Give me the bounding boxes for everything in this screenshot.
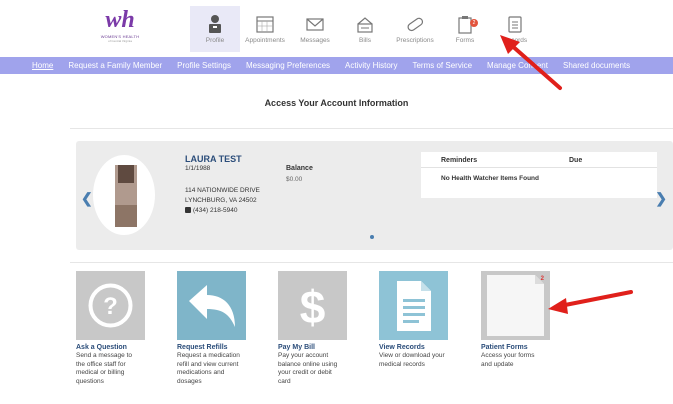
avatar: [93, 155, 155, 235]
phone-row: (434) 218-5940: [185, 207, 237, 214]
blank-page-icon: [481, 271, 550, 340]
subnav-shared-documents[interactable]: Shared documents: [563, 61, 630, 70]
secondary-nav: Home Request a Family Member Profile Set…: [0, 57, 673, 74]
tile-request-refills[interactable]: Request Refills Request a medication ref…: [177, 271, 247, 386]
tile-view-records-desc: View or download your medical records: [379, 352, 445, 368]
carousel-prev-icon[interactable]: ❮: [81, 190, 93, 207]
tile-request-refills-desc: Request a medication refill and view cur…: [177, 352, 240, 385]
practice-logo[interactable]: wh WOMEN'S HEALTH of Central Virginia: [96, 6, 144, 50]
tile-request-refills-image: [177, 271, 246, 340]
balance-label: Balance: [286, 165, 313, 172]
tile-pay-bill-desc: Pay your account balance online using yo…: [278, 352, 338, 385]
subnav-messaging-preferences[interactable]: Messaging Preferences: [246, 61, 330, 70]
person-icon: [209, 15, 221, 33]
reminders-empty-row: No Health Watcher Items Found: [441, 175, 539, 182]
envelope-icon: [306, 18, 324, 31]
tile-ask-question[interactable]: ? Ask a Question Send a message to the o…: [76, 271, 146, 386]
tile-view-records[interactable]: View Records View or download your medic…: [379, 271, 449, 369]
reminders-header: Reminders Due: [421, 152, 657, 168]
tile-pay-bill-image: $: [278, 271, 347, 340]
logo-subtext: of Central Virginia: [108, 39, 132, 43]
reminders-col-header: Reminders: [441, 157, 478, 164]
carousel-indicator-dot[interactable]: [370, 235, 374, 239]
tile-view-records-title[interactable]: View Records: [379, 344, 449, 352]
topnav-appointments-label: Appointments: [245, 37, 285, 44]
address-line1: 114 NATIONWIDE DRIVE: [185, 187, 260, 194]
subnav-activity-history[interactable]: Activity History: [345, 61, 397, 70]
topnav-profile-label: Profile: [205, 37, 225, 44]
topnav-profile[interactable]: Profile: [190, 6, 240, 52]
tile-view-records-image: [379, 271, 448, 340]
divider: [70, 128, 673, 129]
subnav-terms-of-service[interactable]: Terms of Service: [412, 61, 472, 70]
patient-dob: 1/1/1988: [185, 165, 211, 172]
records-icon: [508, 16, 522, 33]
top-header: wh WOMEN'S HEALTH of Central Virginia Pr…: [0, 0, 673, 54]
account-carousel: ❮ ❯ LAURA TEST 1/1/1988 114 NATIONWIDE D…: [76, 141, 673, 250]
forms-tile-badge: 2: [540, 276, 544, 282]
tile-pay-bill[interactable]: $ Pay My Bill Pay your account balance o…: [278, 271, 348, 386]
topnav-appointments[interactable]: Appointments: [240, 6, 290, 52]
balance-value: $0.00: [286, 176, 303, 183]
tile-patient-forms-desc: Access your forms and update: [481, 352, 535, 368]
phone-icon: [185, 207, 191, 213]
topnav-messages[interactable]: Messages: [290, 6, 340, 52]
due-col-header: Due: [569, 157, 583, 164]
topnav-messages-label: Messages: [300, 37, 330, 44]
topnav-forms[interactable]: 2 Forms: [440, 6, 490, 52]
svg-text:$: $: [300, 281, 326, 333]
topnav-prescriptions[interactable]: Prescriptions: [390, 6, 440, 52]
topnav-bills-label: Bills: [359, 37, 371, 44]
tile-ask-question-title[interactable]: Ask a Question: [76, 344, 146, 352]
tile-patient-forms-image: 2: [481, 271, 550, 340]
subnav-manage-consent[interactable]: Manage Consent: [487, 61, 548, 70]
patient-name: LAURA TEST: [185, 154, 242, 164]
carousel-next-icon[interactable]: ❯: [655, 190, 667, 207]
tile-request-refills-title[interactable]: Request Refills: [177, 344, 247, 352]
reminders-table: Reminders Due No Health Watcher Items Fo…: [421, 152, 657, 198]
topnav-prescriptions-label: Prescriptions: [396, 37, 434, 44]
question-icon: ?: [76, 271, 145, 340]
avatar-photo: [115, 165, 137, 227]
topnav-forms-label: Forms: [455, 37, 475, 44]
topnav-records-label: Records: [502, 37, 528, 44]
pill-icon: [407, 17, 424, 32]
divider: [70, 262, 673, 263]
tile-patient-forms-title[interactable]: Patient Forms: [481, 344, 551, 352]
topnav-bills[interactable]: Bills: [340, 6, 390, 52]
reply-arrow-icon: [177, 271, 246, 340]
subnav-home[interactable]: Home: [32, 61, 53, 70]
page-title: Access Your Account Information: [264, 98, 409, 108]
subnav-request-family-member[interactable]: Request a Family Member: [68, 61, 162, 70]
calendar-icon: [256, 16, 274, 33]
tile-patient-forms[interactable]: 2 Patient Forms Access your forms and up…: [481, 271, 551, 369]
svg-text:?: ?: [103, 293, 118, 320]
phone-number: (434) 218-5940: [193, 207, 238, 214]
tile-pay-bill-title[interactable]: Pay My Bill: [278, 344, 348, 352]
forms-count-badge: 2: [470, 19, 478, 27]
tile-ask-question-desc: Send a message to the office staff for m…: [76, 352, 133, 385]
dollar-icon: $: [278, 271, 347, 340]
arrow-to-patient-forms-tile: [548, 290, 633, 314]
bills-icon: [357, 17, 373, 33]
logo-mark: wh: [105, 7, 135, 33]
document-icon: [379, 271, 448, 340]
topnav-records[interactable]: Records: [490, 6, 540, 52]
tile-ask-question-image: ?: [76, 271, 145, 340]
subnav-profile-settings[interactable]: Profile Settings: [177, 61, 231, 70]
address-line2: LYNCHBURG, VA 24502: [185, 197, 257, 204]
top-nav: Profile Appointments Messages Bills Pres…: [190, 6, 540, 52]
